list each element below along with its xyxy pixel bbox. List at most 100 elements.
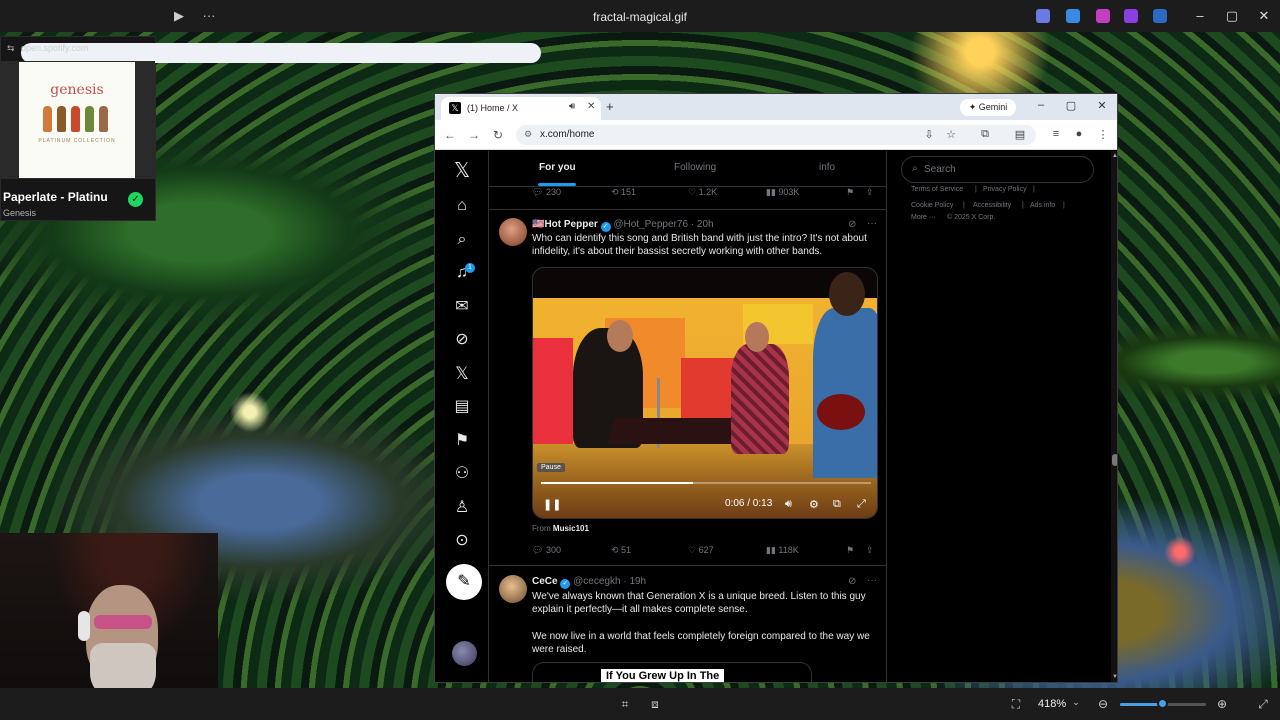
reload-icon[interactable]: ↻ <box>491 128 505 142</box>
browser-maximize-icon[interactable]: ▢ <box>1063 99 1079 112</box>
artist-name[interactable]: Genesis <box>3 208 36 218</box>
post-time[interactable]: 20h <box>697 219 714 230</box>
video-player[interactable]: Pause ❚❚ 0:06 / 0:13 🔊︎ ⚙ ⧉ ⤢ <box>532 267 878 519</box>
post-more-icon[interactable]: ··· <box>867 218 877 229</box>
reply-button[interactable]: 💬︎ 230 <box>532 187 561 198</box>
messages-icon[interactable]: ✉ <box>452 297 472 317</box>
tab-close-icon[interactable]: ✕ <box>587 101 595 112</box>
explore-search-icon[interactable]: ⌕ <box>452 230 472 250</box>
new-tab-icon[interactable]: + <box>606 99 614 114</box>
account-avatar[interactable] <box>452 641 477 666</box>
communities-icon[interactable]: ⚇ <box>452 464 472 484</box>
footer-link[interactable]: Accessibility <box>973 202 1011 209</box>
copilot-app-icon[interactable] <box>1036 9 1050 23</box>
zoom-slider[interactable] <box>1120 698 1206 709</box>
views-button[interactable]: ▮▮ 903K <box>766 187 799 198</box>
lists-icon[interactable]: ▤ <box>452 397 472 417</box>
profile-icon[interactable]: ● <box>1071 128 1087 140</box>
zoom-slider-knob[interactable] <box>1157 698 1168 709</box>
more-menu-icon[interactable]: ⊙ <box>452 531 472 551</box>
tab-for-you[interactable]: For you <box>539 162 576 173</box>
search-input[interactable]: ⌕ Search <box>901 156 1094 183</box>
browser-menu-icon[interactable]: ⋮ <box>1095 128 1111 141</box>
scroll-up-icon[interactable]: ▲ <box>1111 153 1117 159</box>
share-icon[interactable]: ⇪ <box>866 187 874 198</box>
media-controls-icon[interactable]: ≡ <box>1048 128 1064 140</box>
compose-post-button[interactable]: ✎ <box>446 564 482 600</box>
clipchamp-app-icon[interactable] <box>1124 9 1138 23</box>
footer-link[interactable]: Terms of Service <box>911 186 963 193</box>
tab-info[interactable]: info <box>819 162 835 173</box>
onedrive-app-icon[interactable] <box>1153 9 1167 23</box>
browser-close-icon[interactable]: ✕ <box>1094 99 1110 112</box>
fit-to-window-icon[interactable]: ⛶ <box>1008 697 1024 712</box>
author-handle[interactable]: @Hot_Pepper76 <box>613 219 688 230</box>
author-name[interactable]: Hot Pepper <box>544 219 597 230</box>
zoom-dropdown-icon[interactable]: ⌄ <box>1068 697 1084 708</box>
maximize-icon[interactable]: ▢ <box>1222 8 1242 24</box>
views-button[interactable]: ▮▮ 118K <box>766 545 799 556</box>
pause-button-icon[interactable]: ❚❚ <box>543 498 561 511</box>
footer-link[interactable]: Ads info <box>1030 202 1055 209</box>
page-scrollbar[interactable]: ▲ ▼ <box>1111 151 1117 682</box>
grok-explain-icon[interactable]: ⊘ <box>848 576 856 587</box>
reading-mode-icon[interactable]: ▤ <box>1012 128 1028 141</box>
edit-app-icon[interactable] <box>1066 9 1080 23</box>
browser-minimize-icon[interactable]: – <box>1033 99 1049 111</box>
close-icon[interactable]: ✕ <box>1254 8 1274 24</box>
designer-app-icon[interactable] <box>1096 9 1110 23</box>
grok-explain-icon[interactable]: ⊘ <box>848 219 856 230</box>
visual-search-icon[interactable]: ⌗ <box>617 697 633 712</box>
bookmark-star-icon[interactable]: ☆ <box>943 128 959 141</box>
back-icon[interactable]: ← <box>443 128 457 142</box>
media-card[interactable]: If You Grew Up In The <box>532 662 812 682</box>
browser-tab[interactable]: 𝕏 (1) Home / X 🔊︎ ✕ <box>441 97 601 120</box>
spotify-miniplayer[interactable]: ⇆ open.spotify.com genesis PLATINUM COLL… <box>0 36 541 221</box>
forward-icon[interactable]: → <box>467 128 481 142</box>
install-app-icon[interactable]: ⇩ <box>921 128 937 141</box>
home-icon[interactable]: ⌂ <box>452 196 472 216</box>
author-name[interactable]: CeCe <box>532 576 558 587</box>
footer-more-link[interactable]: More ··· <box>911 214 936 221</box>
song-title[interactable]: Paperlate - Platinu <box>3 190 121 204</box>
picture-in-picture-icon[interactable]: ⧉ <box>833 498 841 511</box>
author-handle[interactable]: @cecegkh <box>573 576 620 587</box>
site-info-icon[interactable]: ⚙ <box>524 129 532 140</box>
bookmark-icon[interactable]: ⚑ <box>846 545 854 556</box>
avatar[interactable] <box>499 218 527 246</box>
like-button[interactable]: ♡ 1.2K <box>688 187 717 198</box>
fullscreen-expand-icon[interactable]: ⤢ <box>1255 697 1271 712</box>
volume-icon[interactable]: 🔊︎ <box>785 498 792 511</box>
x-logo-icon[interactable]: 𝕏 <box>452 161 472 181</box>
bookmark-icon[interactable]: ⚑ <box>846 187 854 198</box>
profile-nav-icon[interactable]: ♙ <box>452 498 472 518</box>
post-more-icon[interactable]: ··· <box>867 575 877 586</box>
footer-link[interactable]: Cookie Policy <box>911 202 953 209</box>
grok-icon[interactable]: ⊘ <box>452 330 472 350</box>
scroll-thumb[interactable] <box>1112 454 1117 466</box>
crop-icon[interactable]: ⧈ <box>647 697 663 712</box>
share-icon[interactable]: ⇪ <box>866 545 874 556</box>
bookmarks-icon[interactable]: ⚑ <box>452 431 472 451</box>
fullscreen-icon[interactable]: ⤢ <box>857 498 866 511</box>
zoom-in-icon[interactable]: ⊕ <box>1214 697 1230 711</box>
video-progress-bar[interactable] <box>541 482 871 484</box>
avatar[interactable] <box>499 575 527 603</box>
settings-gear-icon[interactable]: ⚙ <box>809 498 819 511</box>
reply-button[interactable]: 💬︎ 300 <box>532 545 561 556</box>
zoom-level[interactable]: 418% <box>1038 698 1066 710</box>
saved-check-icon[interactable]: ✓ <box>128 192 143 207</box>
source-link[interactable]: Music101 <box>553 524 589 533</box>
minimize-icon[interactable]: – <box>1190 8 1210 23</box>
zoom-out-icon[interactable]: ⊖ <box>1095 697 1111 711</box>
footer-link[interactable]: Privacy Policy <box>983 186 1027 193</box>
repost-button[interactable]: ⟲ 51 <box>611 545 631 556</box>
premium-x-icon[interactable]: 𝕏 <box>452 364 472 384</box>
tab-audio-icon[interactable]: 🔊︎ <box>569 101 575 112</box>
tab-following[interactable]: Following <box>674 162 716 173</box>
scroll-down-icon[interactable]: ▼ <box>1111 674 1117 680</box>
repost-button[interactable]: ⟲ 151 <box>611 187 636 198</box>
extensions-icon[interactable]: ⧉ <box>977 128 993 141</box>
post-time[interactable]: 19h <box>629 576 646 587</box>
gemini-button[interactable]: ✦ Gemini <box>960 99 1016 116</box>
